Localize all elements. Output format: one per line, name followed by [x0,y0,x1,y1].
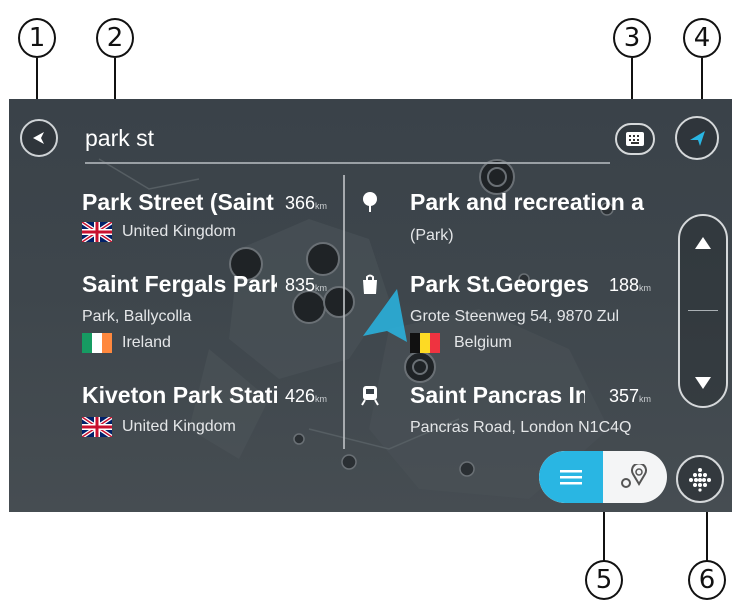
chevron-down-icon[interactable] [694,376,712,390]
result-name: Park St.Georges [410,271,589,297]
uk-flag-icon [82,417,112,437]
result-country: United Kingdom [122,418,236,435]
result-name: Kiveton Park Stati [82,382,277,408]
distance-unit: km [315,394,328,404]
keyboard-map-button[interactable] [615,123,655,155]
distance-unit: km [639,283,652,293]
main-menu-button[interactable] [676,455,724,503]
distance-unit: km [315,201,328,211]
main-menu-icon [689,468,711,492]
callout-4: 4 [683,18,721,58]
scroll-separator [688,310,718,311]
result-distance: 426km [285,386,327,407]
result-name: Park Street (Saint [82,189,274,215]
distance-unit: km [639,394,652,404]
navigate-button[interactable] [675,116,719,160]
results-column-divider [343,175,345,449]
navigation-arrow-icon [690,131,705,146]
result-item-left-3[interactable]: Kiveton Park Stati 426km United Kingdom [82,382,342,442]
back-arrow-icon [33,132,44,144]
result-item-right-3[interactable]: Saint Pancras Int 357km Pancras Road, Lo… [359,382,659,442]
train-icon [361,386,379,406]
belgium-flag-icon [410,333,440,353]
distance-value: 188 [609,275,640,295]
result-distance: 357km [609,386,651,407]
device-screen: Park Street (Saint 366km United Kingdom … [9,99,732,512]
result-distance: 835km [285,275,327,296]
callout-3: 3 [613,18,651,58]
search-header [9,99,732,169]
result-subtitle: Pancras Road, London N1C4Q [410,419,632,436]
result-item-left-1[interactable]: Park Street (Saint 366km United Kingdom [82,189,342,249]
callout-1: 1 [18,18,56,58]
result-country: Ireland [122,334,171,351]
result-item-right-1[interactable]: Park and recreation a (Park) [359,189,659,249]
callout-2: 2 [96,18,134,58]
result-name: Saint Fergals Park [82,271,277,297]
result-name: Park and recreation a [410,189,644,215]
ireland-flag-icon [82,333,112,353]
map-view-button[interactable] [603,451,667,503]
result-subtitle: (Park) [410,227,454,244]
search-underline [85,162,610,164]
park-icon [363,192,377,212]
shopping-bag-icon [363,274,377,294]
callout-5-leader [603,505,605,561]
list-view-button[interactable] [539,451,603,503]
callout-5: 5 [585,560,623,600]
uk-flag-icon [82,222,112,242]
map-pins-icon [621,464,647,488]
result-name: Saint Pancras Int [410,382,585,408]
list-icon [560,470,582,485]
search-input[interactable] [85,123,385,153]
back-button[interactable] [20,119,58,157]
scroll-control [678,214,728,408]
result-item-left-2[interactable]: Saint Fergals Park 835km Park, Ballycoll… [82,271,342,361]
result-distance: 366km [285,193,327,214]
result-item-right-2[interactable]: Park St.Georges 188km Grote Steenweg 54,… [359,271,659,361]
result-country: Belgium [454,334,512,351]
distance-value: 366 [285,193,316,213]
chevron-up-icon[interactable] [694,236,712,250]
result-subtitle: Park, Ballycolla [82,308,192,325]
distance-value: 357 [609,386,640,406]
view-toggle [539,451,667,503]
distance-value: 426 [285,386,316,406]
callout-6: 6 [688,560,726,600]
distance-unit: km [315,283,328,293]
keyboard-map-icon [626,132,644,146]
result-country: United Kingdom [122,223,236,240]
result-distance: 188km [609,275,651,296]
distance-value: 835 [285,275,316,295]
result-subtitle: Grote Steenweg 54, 9870 Zul [410,308,620,325]
callout-6-leader [706,505,708,561]
